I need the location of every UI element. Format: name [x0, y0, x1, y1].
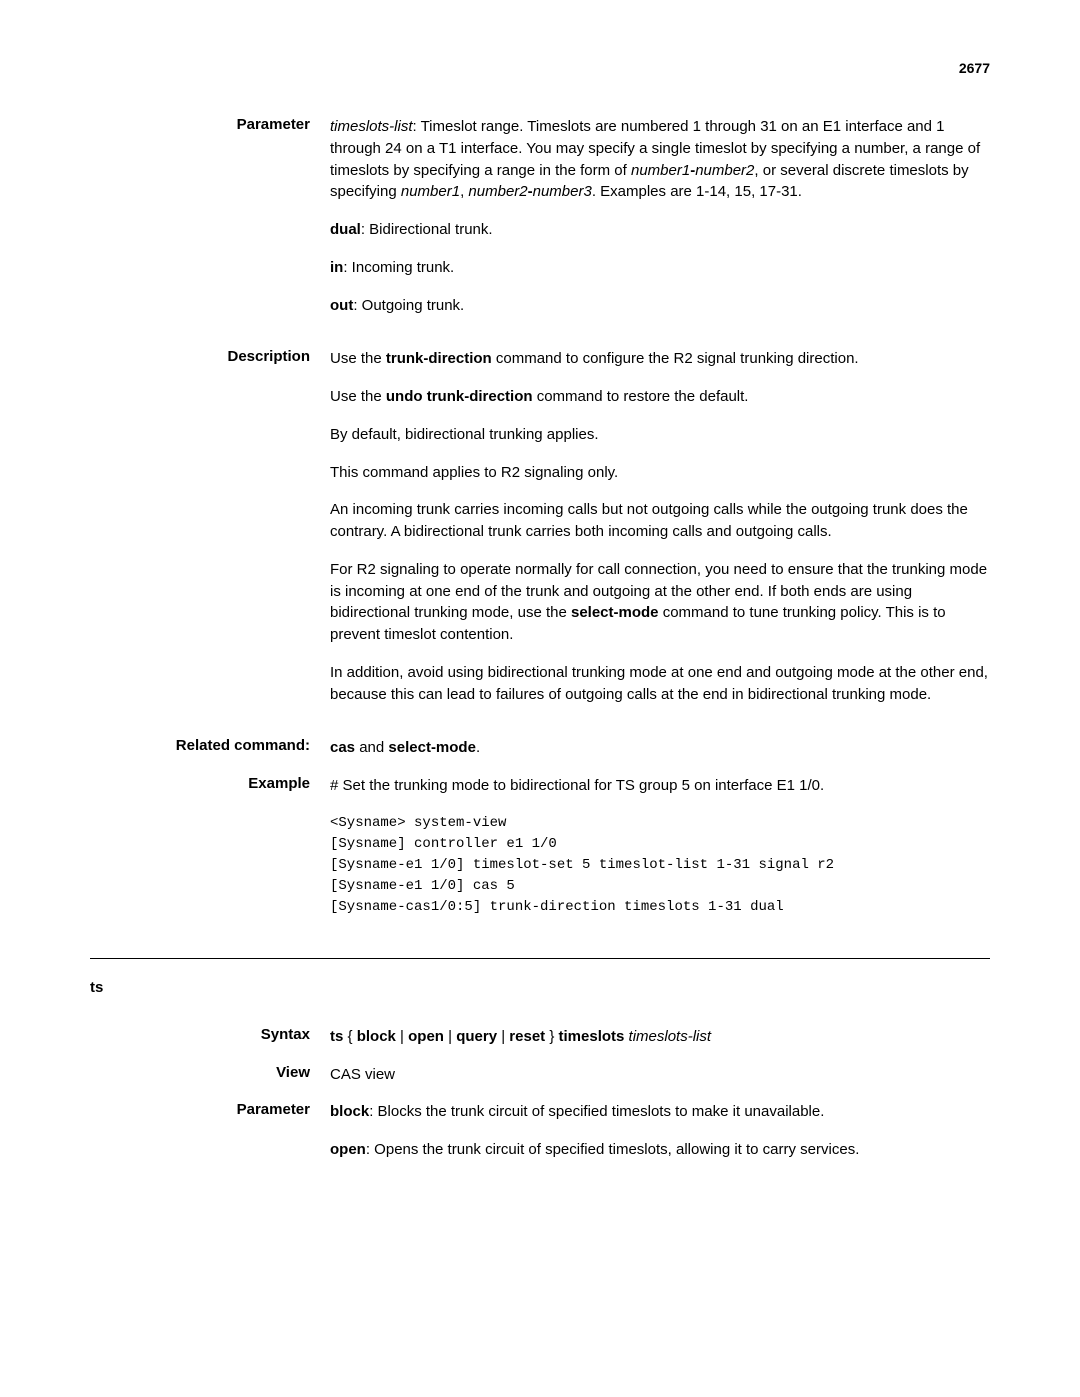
description-p1: Use the trunk-direction command to confi… [330, 348, 990, 370]
parameter-p1: timeslots-list: Timeslot range. Timeslot… [330, 116, 990, 203]
related-command-section: Related command: cas and select-mode. [90, 737, 990, 759]
related-command-label: Related command: [90, 737, 330, 759]
description-p5: An incoming trunk carries incoming calls… [330, 499, 990, 543]
example-label: Example [90, 775, 330, 942]
description-p7: In addition, avoid using bidirectional t… [330, 662, 990, 706]
description-section: Description Use the trunk-direction comm… [90, 348, 990, 721]
ts-title: ts [90, 979, 990, 996]
description-p6: For R2 signaling to operate normally for… [330, 559, 990, 646]
document-page: 2677 Parameter timeslots-list: Timeslot … [0, 0, 1080, 1253]
parameter-p4: out: Outgoing trunk. [330, 295, 990, 317]
ts-parameter-p2: open: Opens the trunk circuit of specifi… [330, 1139, 990, 1161]
description-p2: Use the undo trunk-direction command to … [330, 386, 990, 408]
description-label: Description [90, 348, 330, 721]
syntax-content: ts { block | open | query | reset } time… [330, 1026, 990, 1048]
example-content: # Set the trunking mode to bidirectional… [330, 775, 990, 942]
description-p4: This command applies to R2 signaling onl… [330, 462, 990, 484]
example-section: Example # Set the trunking mode to bidir… [90, 775, 990, 942]
parameter-content: timeslots-list: Timeslot range. Timeslot… [330, 116, 990, 332]
syntax-label: Syntax [90, 1026, 330, 1048]
description-p3: By default, bidirectional trunking appli… [330, 424, 990, 446]
ts-parameter-label: Parameter [90, 1101, 330, 1177]
related-command-content: cas and select-mode. [330, 737, 990, 759]
ts-parameter-section: Parameter block: Blocks the trunk circui… [90, 1101, 990, 1177]
view-section: View CAS view [90, 1064, 990, 1086]
description-content: Use the trunk-direction command to confi… [330, 348, 990, 721]
view-content: CAS view [330, 1064, 990, 1086]
section-divider [90, 958, 990, 959]
parameter-p2: dual: Bidirectional trunk. [330, 219, 990, 241]
parameter-p3: in: Incoming trunk. [330, 257, 990, 279]
syntax-section: Syntax ts { block | open | query | reset… [90, 1026, 990, 1048]
example-p1: # Set the trunking mode to bidirectional… [330, 775, 990, 797]
parameter-label: Parameter [90, 116, 330, 332]
ts-parameter-content: block: Blocks the trunk circuit of speci… [330, 1101, 990, 1177]
example-code: <Sysname> system-view [Sysname] controll… [330, 813, 990, 918]
ts-parameter-p1: block: Blocks the trunk circuit of speci… [330, 1101, 990, 1123]
page-number: 2677 [90, 60, 990, 76]
view-label: View [90, 1064, 330, 1086]
parameter-section: Parameter timeslots-list: Timeslot range… [90, 116, 990, 332]
